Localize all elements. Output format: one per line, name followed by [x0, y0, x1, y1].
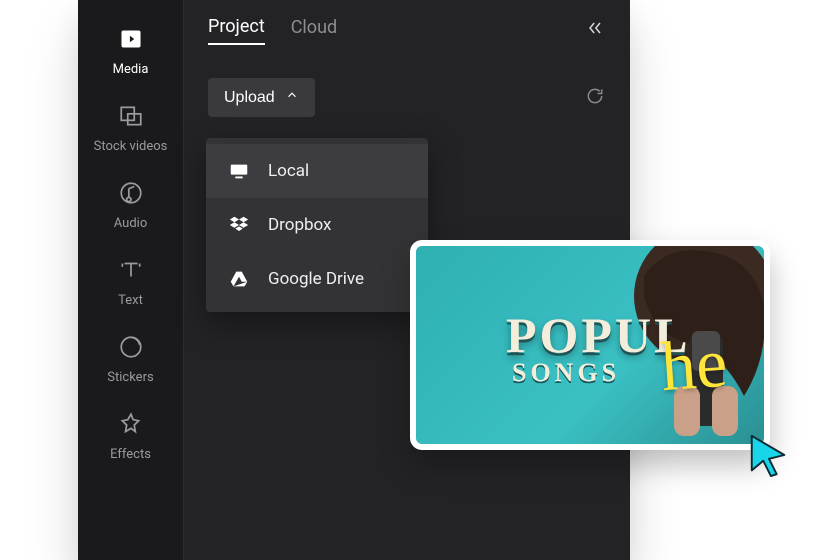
panel-tabs: Project Cloud	[184, 0, 630, 60]
cursor-pointer-icon	[746, 432, 792, 478]
sidebar-item-stickers[interactable]: Stickers	[78, 322, 183, 395]
stock-videos-icon	[118, 103, 144, 133]
upload-label: Upload	[224, 89, 275, 107]
upload-option-label: Google Drive	[268, 269, 364, 289]
text-icon	[118, 257, 144, 287]
upload-option-label: Dropbox	[268, 215, 332, 235]
collapse-panel-button[interactable]	[584, 19, 606, 41]
upload-option-google-drive[interactable]: Google Drive	[206, 252, 428, 306]
thumbnail-title-script: he	[658, 324, 729, 408]
sidebar-label: Audio	[114, 216, 147, 231]
sidebar-item-audio[interactable]: Audio	[78, 168, 183, 241]
sidebar-label: Effects	[110, 447, 151, 462]
effects-icon	[118, 411, 144, 441]
sidebar-label: Stock videos	[94, 139, 168, 154]
video-thumbnail[interactable]: POPUL SONGS he	[410, 240, 770, 450]
monitor-icon	[228, 160, 250, 182]
sidebar: Media Stock videos Audio Text Stickers	[78, 0, 184, 560]
sidebar-item-text[interactable]: Text	[78, 245, 183, 318]
thumbnail-title-sub: SONGS	[512, 358, 620, 388]
upload-option-local[interactable]: Local	[206, 144, 428, 198]
audio-icon	[118, 180, 144, 210]
upload-button[interactable]: Upload	[208, 78, 315, 117]
sidebar-item-stock-videos[interactable]: Stock videos	[78, 91, 183, 164]
dropbox-icon	[228, 214, 250, 236]
sidebar-label: Stickers	[107, 370, 153, 385]
tab-project[interactable]: Project	[208, 16, 265, 45]
sidebar-label: Text	[118, 293, 143, 308]
upload-option-label: Local	[268, 161, 309, 181]
panel-toolbar: Upload	[184, 60, 630, 127]
stickers-icon	[118, 334, 144, 364]
refresh-button[interactable]	[584, 87, 606, 109]
refresh-icon	[585, 86, 605, 110]
tab-cloud[interactable]: Cloud	[291, 17, 337, 44]
sidebar-item-effects[interactable]: Effects	[78, 399, 183, 472]
google-drive-icon	[228, 268, 250, 290]
media-icon	[118, 26, 144, 56]
sidebar-label: Media	[113, 62, 149, 77]
upload-dropdown: Local Dropbox Google Drive	[206, 138, 428, 312]
sidebar-item-media[interactable]: Media	[78, 14, 183, 87]
chevron-double-left-icon	[585, 18, 605, 42]
upload-option-dropbox[interactable]: Dropbox	[206, 198, 428, 252]
chevron-up-icon	[285, 88, 299, 107]
